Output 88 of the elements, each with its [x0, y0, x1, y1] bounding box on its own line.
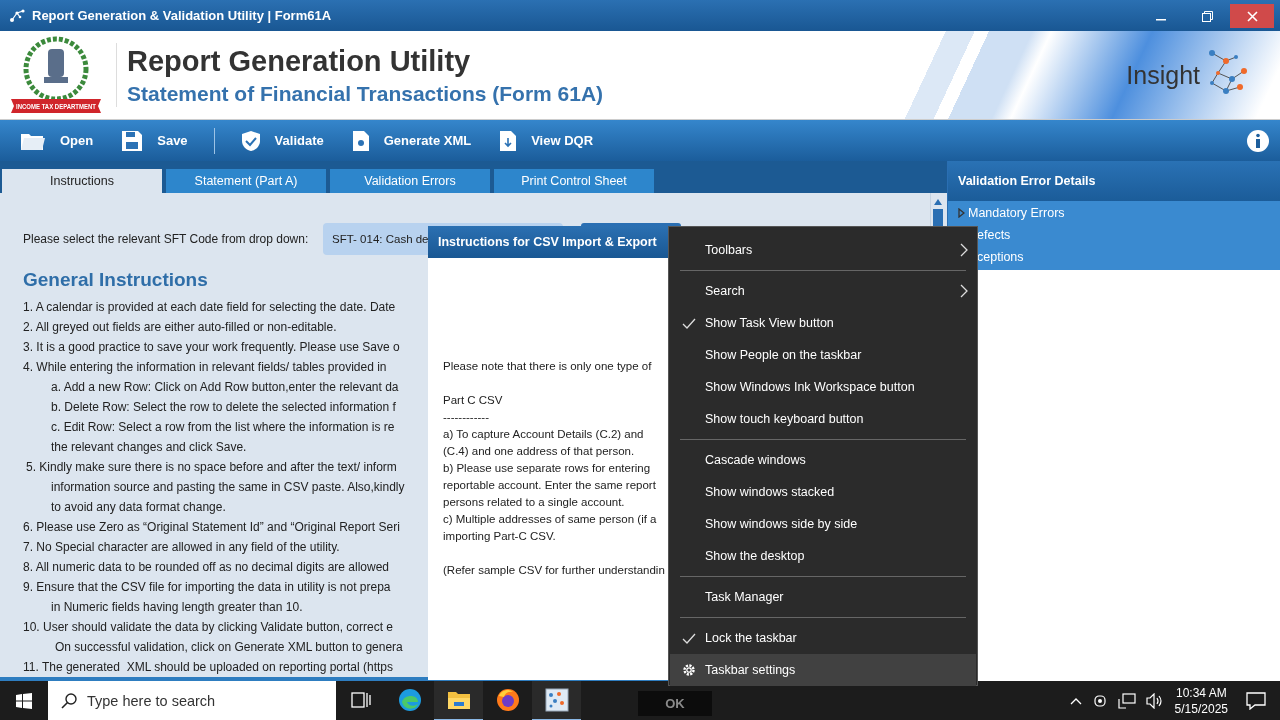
menu-item[interactable]: Show Windows Ink Workspace button [670, 371, 976, 403]
instruction-line: in Numeric fields having length greater than 10. [50, 599, 303, 616]
caret-icon [958, 208, 965, 218]
close-icon [1246, 10, 1258, 22]
open-button[interactable]: Open [16, 125, 98, 156]
search-icon [61, 693, 77, 709]
dqr-button[interactable]: View DQR [495, 125, 598, 156]
dialog-text-line: c) Multiple addresses of same person (if a [443, 512, 657, 527]
panel-header: Validation Error Details [948, 161, 1280, 201]
instruction-line: information source and pasting the same in CSV paste. Also,kindly [50, 479, 405, 496]
app-subtitle: Statement of Financial Transactions (Form 61A) [127, 81, 604, 106]
ok-button[interactable]: OK [638, 691, 712, 716]
chevron-right-icon [960, 243, 968, 257]
field-label: Please select the relevant SFT Code from drop down: [23, 232, 310, 246]
dialog-text-line: (C.4) and one address of that person. [443, 444, 635, 459]
instruction-line: 10. User should validate the data by clicking Validate button, correct e [23, 619, 393, 636]
volume-icon[interactable] [1145, 693, 1164, 709]
info-icon[interactable] [1246, 128, 1270, 153]
instruction-line: 7. No Special character are allowed in any field of the utility. [23, 539, 340, 556]
dialog-text-line: b) Please use separate rows for entering [443, 461, 651, 476]
menu-item[interactable]: Show the desktop [670, 540, 976, 572]
instruction-line: a. Add a new Row: Click on Add Row button,enter the relevant da [50, 379, 399, 396]
menu-item[interactable]: Show touch keyboard button [670, 403, 976, 435]
network-icon[interactable] [1117, 693, 1136, 709]
settings-icon [681, 663, 696, 677]
windows-start-icon[interactable] [16, 693, 32, 709]
utility-taskbar-button[interactable] [532, 681, 581, 720]
tab[interactable]: Print Control Sheet [494, 169, 654, 193]
notification-icon[interactable] [1246, 692, 1266, 710]
dialog-text-line: reportable account. Enter the same report [443, 478, 656, 493]
network-app-icon [544, 688, 569, 712]
network-icon [8, 7, 26, 24]
taskbar-clock[interactable]: 10:34 AM 5/15/2025 [1174, 685, 1228, 717]
dialog-text-line: (Refer sample CSV for further understandin [443, 563, 665, 578]
instruction-line: On successful validation, click on Generate XML button to genera [54, 639, 403, 656]
browser-icon [397, 688, 422, 712]
checkmark-icon [681, 632, 696, 644]
dialog-text-line: ------------ [443, 410, 489, 425]
menu-item[interactable]: Search [670, 275, 976, 307]
taskbar-search-field[interactable]: Type here to search [48, 681, 336, 720]
instruction-line: c. Edit Row: Select a row from the list where the information is re [50, 419, 395, 436]
menu-item[interactable]: Cascade windows [670, 444, 976, 476]
dialog-text-line: Part C CSV [443, 393, 503, 408]
folder-icon [446, 690, 471, 710]
shield-check-icon [240, 129, 261, 152]
instruction-line: 8. All numeric data to be rounded off as no decimal digits are allowed [23, 559, 389, 576]
instruction-line: 1. A calendar is provided at each date field for selecting the date. Date [23, 299, 396, 316]
instruction-line: the relevant changes and click Save. [50, 439, 247, 456]
document-download-icon [499, 129, 518, 152]
instruction-line: 9. Ensure that the CSV file for importing the data in utility is not prepa [23, 579, 391, 596]
app-title: Report Generation Utility [127, 44, 472, 78]
tab[interactable]: Instructions [2, 169, 162, 193]
menu-item[interactable]: Show windows side by side [670, 508, 976, 540]
menu-item[interactable]: Taskbar settings [670, 654, 976, 686]
menu-item[interactable]: Lock the taskbar [670, 622, 976, 654]
chevron-right-icon [960, 284, 968, 298]
instruction-line: 4. While entering the information in relevant fields/ tables provided in [23, 359, 387, 376]
fox-browser-icon [495, 688, 520, 712]
instruction-line: 5. Kindly make sure there is no space before and after the text/ inform [25, 459, 397, 476]
tab[interactable]: Validation Errors [330, 169, 490, 193]
window-title: Report Generation & Validation Utility | Form61A [32, 8, 332, 23]
menu-item[interactable]: Show Task View button [670, 307, 976, 339]
section-heading: General Instructions [23, 269, 208, 291]
instruction-line: 6. Please use Zero as “Original Statement Id” and “Original Report Seri [23, 519, 400, 536]
xml-button[interactable]: Generate XML [347, 125, 476, 156]
save-button[interactable]: Save [117, 125, 192, 156]
tree-item[interactable]: Mandatory Errors [948, 202, 1280, 224]
checkmark-icon [681, 317, 696, 329]
dialog-text-line: a) To capture Account Details (C.2) and [443, 427, 644, 442]
tab[interactable]: Statement (Part A) [166, 169, 326, 193]
menu-item[interactable]: Show windows stacked [670, 476, 976, 508]
chevron-up-icon[interactable] [1069, 697, 1082, 705]
explorer-taskbar-button[interactable] [434, 681, 483, 720]
dialog-text-line: importing Part-C CSV. [443, 529, 556, 544]
task-view-icon [350, 691, 371, 709]
minimize-icon [1156, 19, 1166, 21]
menu-item[interactable]: Show People on the taskbar [670, 339, 976, 371]
dialog-text-line: Please note that there is only one type of [443, 359, 652, 374]
validate-button[interactable]: Validate [236, 125, 328, 156]
brand-name: Insight [1126, 60, 1200, 90]
dialog-text-line: persons related to a single account. [443, 495, 625, 510]
instruction-line: b. Delete Row: Select the row to delete the selected information f [50, 399, 396, 416]
instruction-line: 2. All greyed out fields are either auto-filled or non-editable. [23, 319, 337, 336]
instruction-line: 3. It is a good practice to save your work frequently. Please use Save o [23, 339, 400, 356]
restore-icon [1201, 10, 1213, 22]
instruction-line: 11. The generated XML should be uploaded on reporting portal (https [23, 659, 394, 676]
instruction-line: to avoid any data format change. [50, 499, 226, 516]
menu-item[interactable]: Task Manager [670, 581, 976, 613]
